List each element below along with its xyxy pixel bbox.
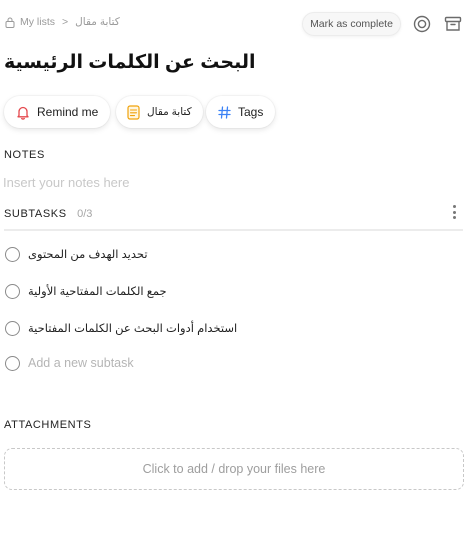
top-bar: My lists > كتابة مقال Mark as complete xyxy=(0,0,476,48)
subtask-label[interactable]: استخدام أدوات البحث عن الكلمات المفتاحية xyxy=(28,321,237,335)
subtask-checkbox[interactable] xyxy=(5,246,20,262)
attachments-dropzone[interactable]: Click to add / drop your files here xyxy=(4,448,464,490)
task-title[interactable]: البحث عن الكلمات الرئيسية xyxy=(4,51,474,74)
remind-me-button[interactable]: Remind me xyxy=(4,96,111,128)
subtask-item[interactable]: تحديد الهدف من المحتوى xyxy=(5,244,465,264)
bell-icon xyxy=(16,105,30,120)
remind-me-label: Remind me xyxy=(37,105,99,119)
subtasks-header: SUBTASKS 0/3 xyxy=(4,204,466,220)
tags-button[interactable]: Tags xyxy=(206,96,276,128)
breadcrumb-current[interactable]: كتابة مقال xyxy=(75,16,120,28)
list-note-icon xyxy=(127,104,140,120)
subtask-item[interactable]: جمع الكلمات المفتاحية الأولية xyxy=(5,281,465,301)
subtasks-divider xyxy=(4,229,463,231)
focus-target-icon[interactable] xyxy=(412,14,432,34)
subtask-checkbox[interactable] xyxy=(5,283,20,299)
list-chip-label: كتابة مقال xyxy=(147,106,192,118)
subtask-item[interactable]: استخدام أدوات البحث عن الكلمات المفتاحية xyxy=(5,318,465,338)
hashtag-icon xyxy=(218,105,231,119)
subtask-label[interactable]: تحديد الهدف من المحتوى xyxy=(28,247,148,261)
add-subtask-circle xyxy=(5,355,20,371)
notes-heading: NOTES xyxy=(4,149,45,161)
tags-label: Tags xyxy=(238,105,264,119)
add-subtask-input[interactable] xyxy=(28,356,328,370)
add-subtask-row[interactable] xyxy=(5,353,465,373)
archive-icon[interactable] xyxy=(443,14,463,34)
subtasks-heading: SUBTASKS xyxy=(4,208,67,220)
subtask-checkbox[interactable] xyxy=(5,320,20,336)
breadcrumb-separator: > xyxy=(62,16,69,28)
lock-icon xyxy=(5,17,15,28)
more-options-icon[interactable] xyxy=(450,204,458,220)
mark-complete-button[interactable]: Mark as complete xyxy=(302,12,401,36)
attachments-heading: ATTACHMENTS xyxy=(4,419,92,431)
breadcrumb-root[interactable]: My lists xyxy=(20,16,55,28)
breadcrumb: My lists > كتابة مقال xyxy=(5,16,120,28)
subtasks-count: 0/3 xyxy=(77,208,93,220)
notes-input[interactable] xyxy=(3,172,463,192)
subtask-label[interactable]: جمع الكلمات المفتاحية الأولية xyxy=(28,284,167,298)
dropzone-text: Click to add / drop your files here xyxy=(142,462,326,476)
list-chip[interactable]: كتابة مقال xyxy=(116,96,203,128)
